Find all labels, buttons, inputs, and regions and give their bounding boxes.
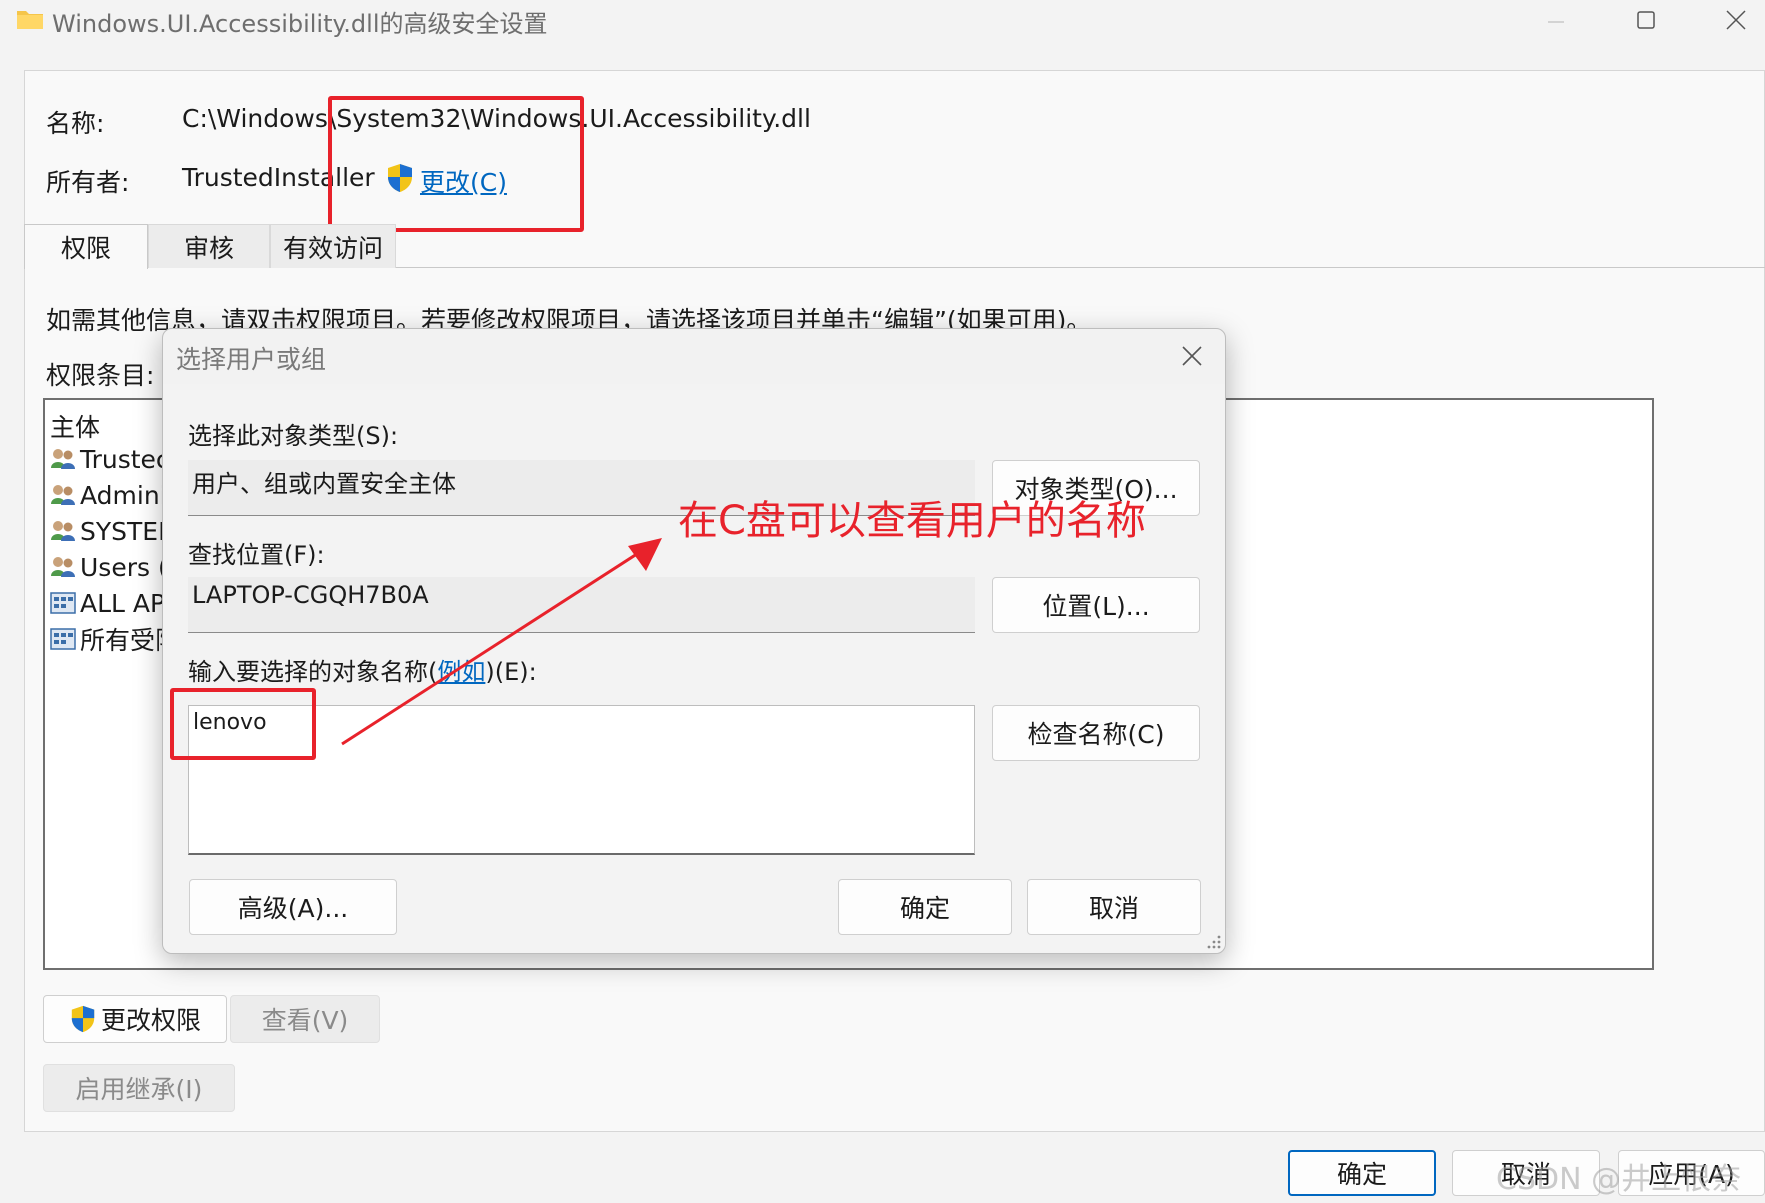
- watermark: CSDN @井上恨奈: [1496, 1162, 1742, 1197]
- examples-link[interactable]: 例如: [437, 658, 485, 686]
- locations-button[interactable]: 位置(L)...: [992, 577, 1200, 633]
- user-group-icon: [51, 485, 75, 505]
- principal-name: SYSTEN: [80, 516, 165, 546]
- annotation-highlight-input: [170, 688, 316, 760]
- table-row[interactable]: Trustec: [50, 442, 165, 476]
- minimize-button[interactable]: [1526, 0, 1586, 40]
- principal-name: Trustec: [80, 444, 165, 474]
- object-name-label-prefix: 输入要选择的对象名称(: [188, 658, 438, 686]
- uac-shield-icon: [71, 1005, 95, 1033]
- table-row[interactable]: SYSTEN: [50, 514, 165, 548]
- close-button[interactable]: [1706, 0, 1765, 40]
- principal-name: ALL AP: [80, 588, 165, 618]
- view-button[interactable]: 查看(V): [230, 995, 380, 1043]
- dialog-close-button[interactable]: [1170, 334, 1214, 378]
- column-header-principal[interactable]: 主体: [50, 408, 100, 444]
- window-title: Windows.UI.Accessibility.dll的高级安全设置: [52, 10, 548, 38]
- table-row[interactable]: ALL AP: [50, 586, 165, 620]
- user-group-icon: [51, 449, 75, 469]
- folder-icon: [17, 11, 43, 29]
- object-name-label-suffix: )(E):: [485, 658, 537, 686]
- dialog-ok-button[interactable]: 确定: [838, 879, 1012, 935]
- table-row[interactable]: Admini: [50, 478, 165, 512]
- user-group-icon: [51, 521, 75, 541]
- table-row[interactable]: 所有受限: [50, 622, 165, 656]
- annotation-highlight-owner: [328, 96, 584, 232]
- close-icon: [1182, 346, 1202, 366]
- principal-name: 所有受限: [80, 626, 165, 655]
- tab-effective-access[interactable]: 有效访问: [270, 224, 396, 268]
- change-permissions-button[interactable]: 更改权限: [43, 995, 227, 1043]
- object-type-label: 选择此对象类型(S):: [188, 422, 399, 450]
- close-icon: [1726, 10, 1746, 30]
- location-label: 查找位置(F):: [188, 541, 325, 569]
- maximize-icon: [1637, 11, 1655, 29]
- table-row[interactable]: Users (: [50, 550, 165, 584]
- dialog-cancel-button[interactable]: 取消: [1027, 879, 1201, 935]
- tab-permissions[interactable]: 权限: [24, 224, 148, 269]
- principal-name: Admini: [80, 480, 165, 510]
- tab-audit[interactable]: 审核: [148, 224, 270, 268]
- minimize-icon: [1548, 21, 1564, 23]
- principal-name: Users (: [80, 552, 165, 582]
- location-value: LAPTOP-CGQH7B0A: [188, 577, 975, 633]
- ok-button[interactable]: 确定: [1288, 1150, 1436, 1196]
- name-label: 名称:: [46, 109, 105, 138]
- user-group-icon: [51, 557, 75, 577]
- enable-inheritance-button[interactable]: 启用继承(I): [43, 1064, 235, 1112]
- app-package-icon: [50, 628, 76, 650]
- change-permissions-label: 更改权限: [100, 1006, 201, 1035]
- owner-label: 所有者:: [46, 168, 130, 197]
- maximize-button[interactable]: [1616, 0, 1676, 40]
- object-name-label: 输入要选择的对象名称(例如)(E):: [188, 652, 537, 687]
- permission-entries-label: 权限条目:: [46, 361, 155, 390]
- annotation-text: 在C盘可以查看用户的名称: [678, 498, 1146, 544]
- dialog-title: 选择用户或组: [176, 345, 327, 374]
- check-names-button[interactable]: 检查名称(C): [992, 705, 1200, 761]
- app-package-icon: [50, 592, 76, 614]
- resize-grip-icon[interactable]: [1204, 932, 1222, 950]
- advanced-button[interactable]: 高级(A)...: [189, 879, 397, 935]
